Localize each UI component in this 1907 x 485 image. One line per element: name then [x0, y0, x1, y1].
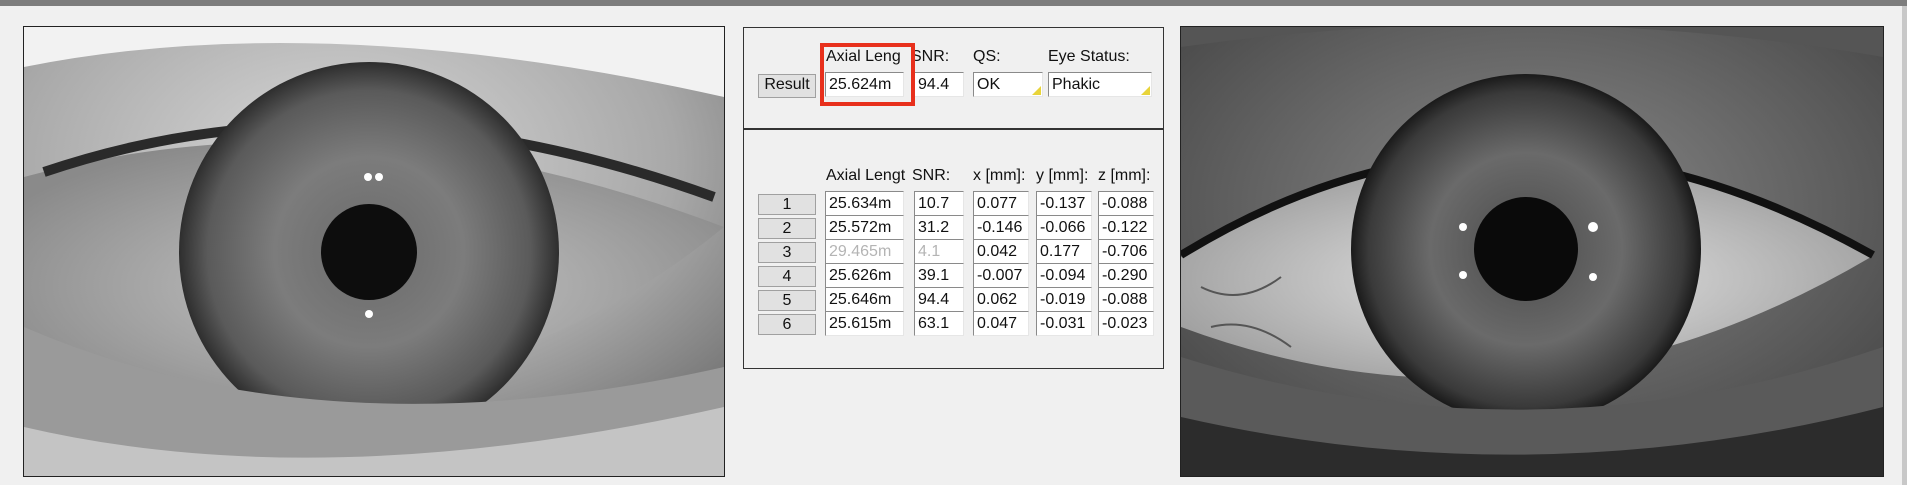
- measurements-panel: Axial Lengt SNR: x [mm]: y [mm]: z [mm]:…: [743, 129, 1164, 369]
- eye-status-value: Phakic: [1048, 72, 1152, 97]
- row-select-button[interactable]: 4: [758, 266, 816, 287]
- row-y: -0.137: [1036, 191, 1092, 216]
- measure-y-header: y [mm]:: [1036, 167, 1089, 184]
- window-right-edge: [1902, 6, 1907, 485]
- result-qs-header: QS:: [973, 48, 1001, 65]
- row-z: -0.706: [1098, 239, 1154, 264]
- row-x: -0.007: [973, 263, 1029, 288]
- row-y: -0.019: [1036, 287, 1092, 312]
- left-eye-image: [23, 26, 725, 477]
- eye-status-dropdown[interactable]: Phakic: [1048, 72, 1152, 97]
- axial-length-highlight-box: [820, 43, 915, 106]
- dropdown-marker-icon: [1032, 86, 1041, 95]
- result-panel: Axial Leng SNR: QS: Eye Status: Result 2…: [743, 27, 1164, 129]
- qs-dropdown[interactable]: OK: [973, 72, 1043, 97]
- row-z: -0.088: [1098, 287, 1154, 312]
- result-snr-field: 94.4: [914, 72, 964, 97]
- result-snr-header: SNR:: [911, 48, 950, 65]
- row-axial-length: 25.634m: [825, 191, 904, 216]
- row-z: -0.088: [1098, 191, 1154, 216]
- measure-axial-length-header: Axial Lengt: [826, 167, 906, 184]
- row-select-button[interactable]: 5: [758, 290, 816, 311]
- row-snr: 31.2: [914, 215, 964, 240]
- row-y: -0.066: [1036, 215, 1092, 240]
- measure-z-header: z [mm]:: [1098, 167, 1151, 184]
- measure-x-header: x [mm]:: [973, 167, 1026, 184]
- row-axial-length: 25.626m: [825, 263, 904, 288]
- row-select-button[interactable]: 6: [758, 314, 816, 335]
- measure-snr-header: SNR:: [912, 167, 951, 184]
- row-snr: 94.4: [914, 287, 964, 312]
- row-snr: 63.1: [914, 311, 964, 336]
- row-x: 0.077: [973, 191, 1029, 216]
- row-z: -0.122: [1098, 215, 1154, 240]
- row-select-button[interactable]: 2: [758, 218, 816, 239]
- row-x: 0.062: [973, 287, 1029, 312]
- row-axial-length: 29.465m: [825, 239, 904, 264]
- window-top-bar: [0, 0, 1907, 6]
- dropdown-marker-icon: [1141, 86, 1150, 95]
- row-axial-length: 25.646m: [825, 287, 904, 312]
- right-eye-image: [1180, 26, 1884, 477]
- row-y: -0.094: [1036, 263, 1092, 288]
- row-x: -0.146: [973, 215, 1029, 240]
- row-x: 0.047: [973, 311, 1029, 336]
- row-snr: 4.1: [914, 239, 964, 264]
- row-axial-length: 25.615m: [825, 311, 904, 336]
- row-select-button[interactable]: 1: [758, 194, 816, 215]
- row-y: -0.031: [1036, 311, 1092, 336]
- row-snr: 10.7: [914, 191, 964, 216]
- row-y: 0.177: [1036, 239, 1092, 264]
- row-x: 0.042: [973, 239, 1029, 264]
- row-snr: 39.1: [914, 263, 964, 288]
- row-z: -0.290: [1098, 263, 1154, 288]
- result-button[interactable]: Result: [758, 74, 816, 98]
- row-axial-length: 25.572m: [825, 215, 904, 240]
- row-z: -0.023: [1098, 311, 1154, 336]
- row-select-button[interactable]: 3: [758, 242, 816, 263]
- result-eye-status-header: Eye Status:: [1048, 48, 1130, 65]
